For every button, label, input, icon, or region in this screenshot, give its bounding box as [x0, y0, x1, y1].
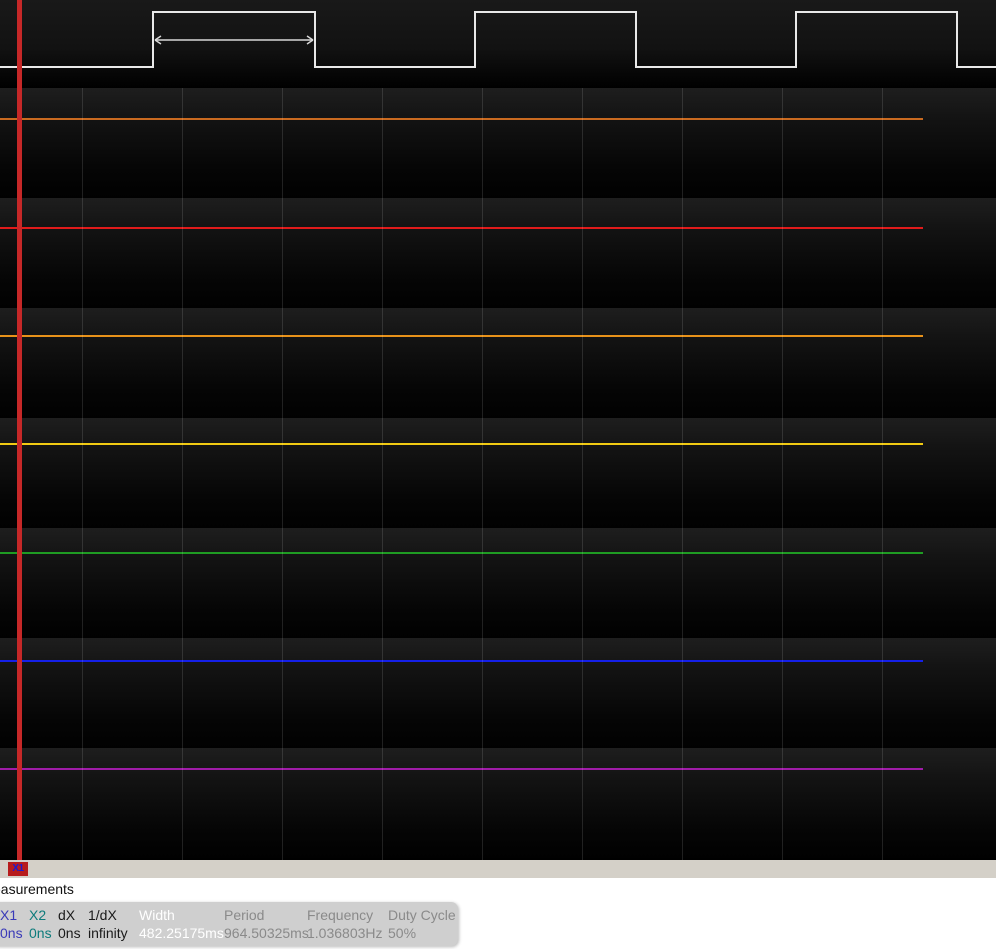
channel-lane-2[interactable] [0, 198, 996, 308]
measurement-period-value: 964.50325ms [224, 925, 309, 941]
measurement-dx-label: dX [58, 907, 76, 923]
trace-green [0, 552, 923, 554]
trace-yellow [0, 443, 923, 445]
cursor-ruler-bar[interactable]: X1 [0, 860, 996, 878]
measurement-period-label: Period [224, 907, 265, 923]
measurements-dock: easurements X1 0ns X2 0ns dX 0ns 1/dX infinity W… [0, 878, 996, 949]
measurement-dx[interactable]: dX 0ns [58, 906, 81, 942]
trace-blue [0, 660, 923, 662]
analog-channel-lanes[interactable] [0, 88, 996, 860]
channel-lane-4[interactable] [0, 418, 996, 528]
cursor-x1-line[interactable] [17, 0, 22, 860]
digital-waveform-strip[interactable] [0, 0, 996, 88]
measurement-frequency-value: 1.036803Hz [307, 925, 383, 941]
measurement-x2[interactable]: X2 0ns [29, 906, 52, 942]
measurement-width[interactable]: Width 482.25175ms [139, 906, 224, 942]
trace-magenta [0, 768, 923, 770]
channel-lane-5[interactable] [0, 528, 996, 638]
measurement-x1-label: X1 [0, 907, 18, 923]
channel-lane-6[interactable] [0, 638, 996, 748]
cursor-x1-flag[interactable]: X1 [8, 862, 28, 876]
measurement-width-value: 482.25175ms [139, 925, 224, 941]
digital-waveform-svg [0, 11, 996, 68]
measurement-duty-cycle-value: 50% [388, 925, 417, 941]
digital-trace-path [0, 11, 996, 68]
measurement-inv-dx[interactable]: 1/dX infinity [88, 906, 128, 942]
channel-lane-1[interactable] [0, 88, 996, 198]
trace-red [0, 227, 923, 229]
measurement-width-label: Width [139, 907, 175, 923]
measurement-x1-value: 0ns [0, 925, 23, 941]
measurement-frequency-label: Frequency [307, 907, 374, 923]
measurement-dx-value: 0ns [58, 925, 81, 941]
width-measurement-arrow[interactable] [154, 35, 314, 45]
trace-amber [0, 335, 923, 337]
measurement-x2-value: 0ns [29, 925, 52, 941]
channel-lane-3[interactable] [0, 308, 996, 418]
measurement-frequency[interactable]: Frequency 1.036803Hz [307, 906, 383, 942]
trace-orange [0, 118, 923, 120]
measurements-panel[interactable]: X1 0ns X2 0ns dX 0ns 1/dX infinity Width 482.2517… [0, 902, 458, 946]
measurement-inv-dx-label: 1/dX [88, 907, 117, 923]
measurement-inv-dx-value: infinity [88, 925, 128, 941]
channel-lane-7[interactable] [0, 748, 996, 858]
measurement-period[interactable]: Period 964.50325ms [224, 906, 309, 942]
measurements-title: easurements [0, 881, 74, 897]
oscilloscope-canvas[interactable] [0, 0, 996, 860]
measurement-x1[interactable]: X1 0ns [0, 906, 23, 942]
measurement-duty-cycle-label: Duty Cycle [388, 907, 456, 923]
measurement-duty-cycle[interactable]: Duty Cycle 50% [388, 906, 456, 942]
measurement-x2-label: X2 [29, 907, 47, 923]
